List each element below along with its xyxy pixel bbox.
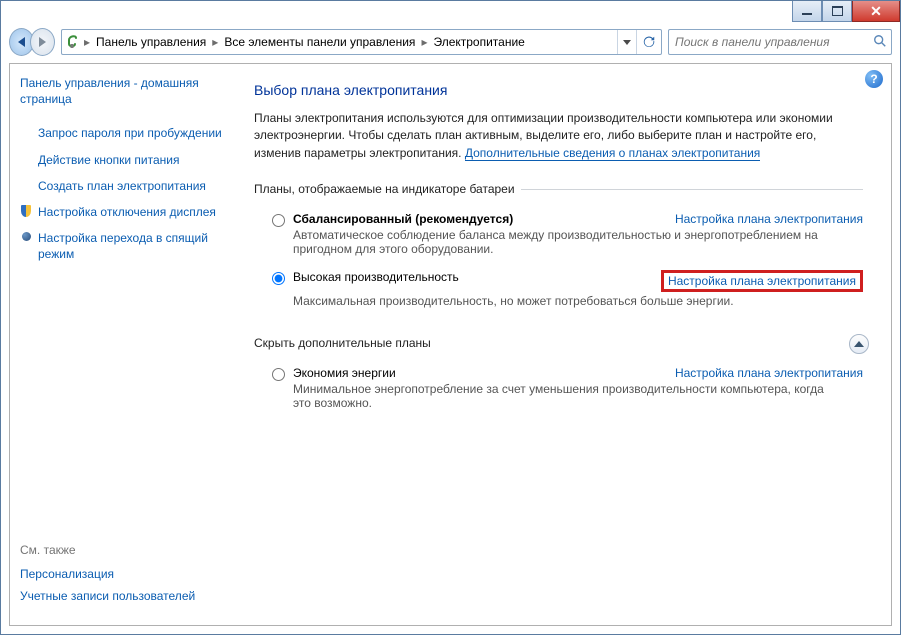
plan-power-saver-desc: Минимальное энергопотребление за счет ум…: [293, 380, 833, 416]
main-panel: ? Выбор плана электропитания Планы элект…: [230, 64, 891, 625]
titlebar-buttons: ✕: [792, 1, 900, 22]
nav-back-forward: [9, 27, 55, 57]
power-icon: [62, 34, 82, 50]
address-bar[interactable]: ▸ Панель управления ▸ Все элементы панел…: [61, 29, 662, 55]
plan-balanced-change-link[interactable]: Настройка плана электропитания: [675, 212, 863, 226]
sidebar: Панель управления - домашняя страница За…: [10, 64, 230, 625]
sidebar-link-create-plan[interactable]: Создать план электропитания: [38, 175, 210, 197]
sidebar-link-require-password[interactable]: Запрос пароля при пробуждении: [38, 122, 226, 144]
page-title: Выбор плана электропитания: [254, 82, 863, 98]
plan-high-perf-desc: Максимальная производительность, но може…: [293, 292, 833, 314]
search-input[interactable]: [673, 34, 873, 50]
highlight-box: Настройка плана электропитания: [661, 270, 863, 292]
maximize-button[interactable]: [822, 1, 852, 22]
forward-button[interactable]: [30, 28, 55, 56]
plan-balanced-title[interactable]: Сбалансированный (рекомендуется): [293, 212, 513, 226]
plan-high-perf-change-link[interactable]: Настройка плана электропитания: [668, 274, 856, 288]
control-panel-home-link[interactable]: Панель управления - домашняя страница: [20, 72, 230, 110]
refresh-button[interactable]: [636, 30, 661, 54]
see-also: См. также Персонализация Учетные записи …: [20, 539, 230, 617]
collapse-button[interactable]: [849, 334, 869, 354]
see-also-user-accounts[interactable]: Учетные записи пользователей: [20, 585, 230, 607]
plan-power-saver-title[interactable]: Экономия энергии: [293, 366, 396, 380]
address-history-dropdown[interactable]: [617, 30, 636, 54]
search-box[interactable]: [668, 29, 892, 55]
navigation-bar: ▸ Панель управления ▸ Все элементы панел…: [9, 27, 892, 57]
search-icon[interactable]: [873, 34, 887, 51]
content-area: Панель управления - домашняя страница За…: [9, 63, 892, 626]
plan-group-extra-legend[interactable]: Скрыть дополнительные планы: [254, 336, 431, 350]
breadcrumb-item[interactable]: Все элементы панели управления: [220, 30, 419, 54]
dot-icon: [20, 227, 32, 241]
close-button[interactable]: ✕: [852, 1, 900, 22]
sidebar-link-sleep[interactable]: Настройка перехода в спящий режим: [38, 227, 230, 265]
intro-text: Планы электропитания используются для оп…: [254, 110, 834, 162]
plan-group-shown-legend: Планы, отображаемые на индикаторе батаре…: [254, 182, 521, 196]
sidebar-link-power-button[interactable]: Действие кнопки питания: [38, 149, 184, 171]
sidebar-link-display-off[interactable]: Настройка отключения дисплея: [38, 201, 220, 223]
breadcrumb-item[interactable]: Электропитание: [429, 30, 528, 54]
plan-power-saver-change-link[interactable]: Настройка плана электропитания: [675, 366, 863, 380]
minimize-button[interactable]: [792, 1, 822, 22]
plan-balanced: Сбалансированный (рекомендуется) Настрой…: [254, 206, 863, 264]
help-icon[interactable]: ?: [865, 70, 883, 88]
more-info-link[interactable]: Дополнительные сведения о планах электро…: [465, 146, 760, 161]
breadcrumb-item[interactable]: Панель управления: [92, 30, 210, 54]
plan-balanced-desc: Автоматическое соблюдение баланса между …: [293, 226, 833, 262]
plan-power-saver: Экономия энергии Настройка плана электро…: [254, 360, 863, 418]
plan-group-shown: Планы, отображаемые на индикаторе батаре…: [254, 182, 863, 316]
plan-balanced-radio[interactable]: [272, 214, 285, 227]
plan-high-perf: Высокая производительность Настройка пла…: [254, 264, 863, 316]
see-also-personalization[interactable]: Персонализация: [20, 563, 230, 585]
see-also-header: См. также: [20, 539, 230, 563]
plan-power-saver-radio[interactable]: [272, 368, 285, 381]
plan-high-perf-title[interactable]: Высокая производительность: [293, 270, 459, 284]
window-frame: ✕ ▸ Панель управления ▸ Все элементы пан…: [0, 0, 901, 635]
shield-icon: [20, 201, 32, 217]
plan-group-extra: Скрыть дополнительные планы Экономия эне…: [254, 336, 863, 418]
plan-high-perf-radio[interactable]: [272, 272, 285, 285]
chevron-up-icon: [854, 341, 864, 347]
